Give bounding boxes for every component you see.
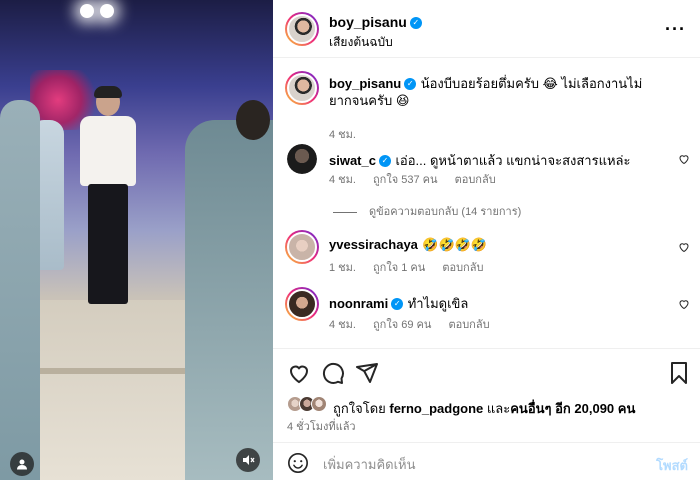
caption: boy_pisanu ✓ น้องบีบอยร้อยตึ่มครับ 😂 ไม่เ…: [273, 71, 700, 141]
heart-icon[interactable]: [287, 361, 311, 385]
post-comment-button[interactable]: โพสต์: [656, 455, 688, 476]
post-header: boy_pisanu ✓ เสียงต้นฉบับ ···: [273, 0, 700, 58]
author-avatar[interactable]: [285, 12, 319, 46]
commenter-avatar[interactable]: [285, 287, 319, 321]
post-time[interactable]: 4 ชั่วโมงที่แล้ว: [287, 417, 356, 435]
liker-avatars[interactable]: [287, 396, 331, 414]
likes-summary: ถูกใจโดย ferno_padgone และคนอื่นๆ อีก 20…: [287, 396, 697, 416]
reply-button[interactable]: ตอบกลับ: [455, 174, 496, 186]
heart-icon[interactable]: [678, 153, 690, 165]
comment-text: 🤣🤣🤣🤣: [422, 237, 488, 252]
post-details-panel: boy_pisanu ✓ เสียงต้นฉบับ ··· boy_pisanu ✓…: [273, 0, 700, 480]
comment-icon[interactable]: [321, 361, 345, 385]
comment-item: siwat_c ✓ เอ่อ... ดูหน้าตาแล้ว แขกน่าจะสง…: [273, 144, 700, 224]
comment-input[interactable]: เพิ่มความคิดเห็น: [323, 454, 416, 475]
commenter-avatar[interactable]: [285, 230, 319, 264]
user-tag-icon[interactable]: [10, 452, 34, 476]
heart-icon[interactable]: [678, 298, 690, 310]
comment-text: ทำไมดูเขิล: [407, 296, 469, 311]
comment-time: 4 ชม.: [329, 174, 356, 186]
comment-username[interactable]: yvessirachaya: [329, 237, 418, 252]
comment-like-count[interactable]: ถูกใจ 1 คน: [373, 262, 425, 274]
liked-by-user[interactable]: ferno_padgone: [389, 401, 483, 416]
caption-time: 4 ชม.: [329, 129, 356, 141]
reply-button[interactable]: ตอบกลับ: [442, 262, 483, 274]
emoji-icon[interactable]: [287, 452, 309, 474]
comment-username[interactable]: siwat_c: [329, 153, 376, 168]
comment-text: เอ่อ... ดูหน้าตาแล้ว แขกน่าจะสงสารแหล่ะ: [395, 153, 631, 168]
comment-item: yvessirachaya 🤣🤣🤣🤣 1 ชม. ถูกใจ 1 คน ตอบก…: [273, 230, 700, 276]
more-icon[interactable]: ···: [665, 20, 686, 38]
caption-username[interactable]: boy_pisanu: [329, 76, 401, 91]
liked-by-prefix: ถูกใจโดย: [333, 401, 386, 416]
verified-icon: ✓: [391, 297, 404, 310]
action-bar: [273, 355, 700, 391]
comment-username[interactable]: noonrami: [329, 296, 388, 311]
stage-lights: [70, 4, 130, 22]
mute-icon[interactable]: [236, 448, 260, 472]
audience-left: [0, 100, 40, 480]
audience-right: [185, 120, 273, 480]
audio-label[interactable]: เสียงต้นฉบับ: [329, 33, 393, 52]
verified-icon: ✓: [409, 16, 422, 29]
author-username[interactable]: boy_pisanu: [329, 14, 407, 30]
comments-list[interactable]: boy_pisanu ✓ น้องบีบอยร้อยตึ่มครับ 😂 ไม่เ…: [273, 59, 700, 349]
post-media[interactable]: [0, 0, 273, 480]
commenter-avatar[interactable]: [287, 144, 317, 174]
comment-like-count[interactable]: ถูกใจ 69 คน: [373, 319, 431, 331]
comment-item: noonrami ✓ ทำไมดูเขิล 4 ชม. ถูกใจ 69 คน ต…: [273, 287, 700, 333]
comment-time: 4 ชม.: [329, 319, 356, 331]
liked-by-middle: และ: [486, 401, 511, 416]
liked-by-others[interactable]: คนอื่นๆ อีก 20,090 คน: [510, 401, 635, 416]
share-icon[interactable]: [355, 361, 379, 385]
reply-button[interactable]: ตอบกลับ: [448, 319, 489, 331]
verified-icon: ✓: [378, 154, 391, 167]
comment-composer: เพิ่มความคิดเห็น โพสต์: [273, 442, 700, 480]
view-replies-button[interactable]: ดูข้อความตอบกลับ (14 รายการ): [333, 202, 521, 220]
performer: [78, 86, 138, 318]
comment-time: 1 ชม.: [329, 262, 356, 274]
verified-icon: ✓: [404, 77, 417, 90]
heart-icon[interactable]: [678, 241, 690, 253]
comment-like-count[interactable]: ถูกใจ 537 คน: [373, 174, 437, 186]
author-avatar[interactable]: [285, 71, 319, 105]
bookmark-icon[interactable]: [667, 361, 691, 385]
